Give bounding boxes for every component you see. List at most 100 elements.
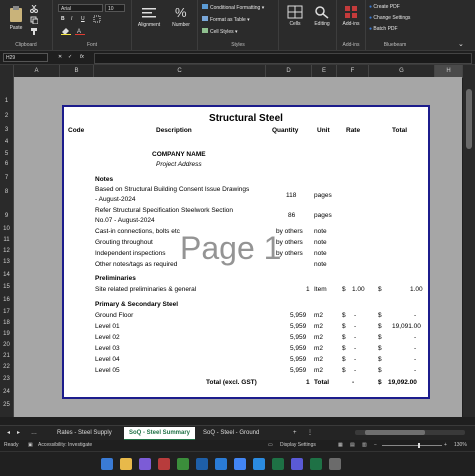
accessibility-status[interactable]: Accessibility: Investigate bbox=[38, 440, 92, 451]
row-header[interactable]: 12 bbox=[0, 248, 13, 254]
create-pdf-button[interactable]: ● Create PDF bbox=[369, 4, 400, 10]
app-icon[interactable] bbox=[139, 458, 151, 470]
batch-pdf-button[interactable]: ● Batch PDF bbox=[369, 26, 398, 32]
copy-icon[interactable] bbox=[30, 16, 38, 24]
row-header[interactable]: 9 bbox=[0, 213, 13, 219]
alignment-button[interactable]: Alignment bbox=[132, 6, 166, 28]
brave-icon[interactable] bbox=[158, 458, 170, 470]
tab-soq-steel-summary[interactable]: SoQ - Steel Summary bbox=[124, 427, 196, 441]
row-header[interactable]: 3 bbox=[0, 127, 13, 133]
tabs-next-icon[interactable]: ▸ bbox=[12, 427, 25, 439]
row-header[interactable]: 10 bbox=[0, 226, 13, 232]
row-header[interactable]: 16 bbox=[0, 297, 13, 303]
number-button[interactable]: % Number bbox=[166, 4, 196, 28]
chrome-icon[interactable] bbox=[234, 458, 246, 470]
column-header[interactable]: A bbox=[14, 65, 60, 77]
row-header[interactable]: 22 bbox=[0, 364, 13, 370]
app-icon[interactable] bbox=[329, 458, 341, 470]
column-header[interactable]: C bbox=[94, 65, 266, 77]
zoom-level[interactable]: 130% bbox=[454, 440, 467, 451]
font-name-select[interactable]: Arial bbox=[58, 4, 103, 12]
excel-icon[interactable] bbox=[310, 458, 322, 470]
editing-button[interactable]: Editing bbox=[309, 5, 335, 27]
row-header[interactable]: 19 bbox=[0, 331, 13, 337]
formula-input[interactable] bbox=[94, 53, 472, 64]
status-ready: Ready bbox=[4, 442, 19, 448]
row-header[interactable]: 17 bbox=[0, 309, 13, 315]
format-as-table-button[interactable]: Format as Table ▾ bbox=[202, 16, 250, 23]
fill-color-icon[interactable] bbox=[61, 27, 71, 35]
ribbon-collapse-icon[interactable]: ⌄ bbox=[458, 40, 464, 48]
enter-icon[interactable]: ✓ bbox=[68, 54, 72, 60]
column-header[interactable]: H bbox=[435, 65, 463, 77]
row-header[interactable]: 18 bbox=[0, 320, 13, 326]
edge-icon[interactable] bbox=[215, 458, 227, 470]
row-header[interactable]: 15 bbox=[0, 284, 13, 290]
horizontal-scrollbar[interactable] bbox=[355, 430, 465, 435]
vertical-scrollbar[interactable] bbox=[463, 77, 475, 417]
row-header[interactable]: 1 bbox=[0, 98, 13, 104]
zoom-slider[interactable] bbox=[382, 443, 442, 448]
app-icon[interactable] bbox=[253, 458, 265, 470]
zoom-slider-thumb[interactable] bbox=[418, 443, 420, 448]
tab-rates-steel-supply[interactable]: Rates - Steel Supply bbox=[52, 427, 117, 439]
file-explorer-icon[interactable] bbox=[120, 458, 132, 470]
page-break-icon[interactable]: ▥ bbox=[362, 440, 367, 451]
app-icon[interactable] bbox=[177, 458, 189, 470]
display-settings[interactable]: Display Settings bbox=[280, 440, 316, 451]
column-header[interactable]: B bbox=[60, 65, 94, 77]
row-header[interactable]: 13 bbox=[0, 259, 13, 265]
tabs-more-icon[interactable]: … bbox=[26, 427, 42, 439]
column-header[interactable]: G bbox=[369, 65, 435, 77]
row-header[interactable]: 2 bbox=[0, 113, 13, 119]
row-header[interactable]: 11 bbox=[0, 237, 13, 243]
row-header[interactable]: 5 bbox=[0, 151, 13, 157]
borders-icon[interactable] bbox=[93, 15, 101, 23]
excel-icon[interactable] bbox=[272, 458, 284, 470]
conditional-formatting-button[interactable]: Conditional Formatting ▾ bbox=[202, 4, 264, 11]
bold-button[interactable]: B bbox=[61, 16, 65, 22]
italic-button[interactable]: I bbox=[71, 16, 72, 22]
macro-record-icon[interactable]: ▣ bbox=[28, 440, 33, 451]
row-header[interactable]: 8 bbox=[0, 189, 13, 195]
start-icon[interactable] bbox=[101, 458, 113, 470]
addins-button[interactable]: Add-ins bbox=[339, 5, 363, 27]
change-settings-button[interactable]: ● Change Settings bbox=[369, 15, 410, 21]
zoom-in-icon[interactable]: + bbox=[444, 440, 447, 451]
column-header[interactable]: D bbox=[266, 65, 312, 77]
font-color-icon[interactable]: A bbox=[75, 27, 85, 35]
row-header[interactable]: 25 bbox=[0, 402, 13, 408]
app-icon[interactable] bbox=[291, 458, 303, 470]
cell-styles-button[interactable]: Cell Styles ▾ bbox=[202, 28, 238, 35]
format-painter-icon[interactable] bbox=[30, 27, 38, 35]
display-settings-icon[interactable]: ▭ bbox=[268, 440, 273, 451]
underline-button[interactable]: U bbox=[81, 16, 85, 22]
paste-button[interactable]: Paste bbox=[6, 5, 26, 31]
name-box[interactable]: H29 bbox=[3, 53, 48, 62]
row-header[interactable]: 7 bbox=[0, 175, 13, 181]
scrollbar-thumb[interactable] bbox=[466, 89, 472, 149]
page-layout-icon[interactable]: ▤ bbox=[350, 440, 355, 451]
bluebeam-icon[interactable] bbox=[196, 458, 208, 470]
row-header[interactable]: 4 bbox=[0, 139, 13, 145]
row-header[interactable]: 21 bbox=[0, 353, 13, 359]
normal-view-icon[interactable]: ▦ bbox=[338, 440, 343, 451]
row-header[interactable]: 24 bbox=[0, 389, 13, 395]
select-all-corner[interactable] bbox=[0, 65, 14, 77]
tabs-overflow-icon[interactable]: ⋮ bbox=[302, 427, 318, 439]
zoom-out-icon[interactable]: − bbox=[374, 440, 377, 451]
tab-soq-steel-ground[interactable]: SoQ - Steel - Ground bbox=[198, 427, 264, 439]
row-header[interactable]: 20 bbox=[0, 342, 13, 348]
font-size-select[interactable]: 10 bbox=[105, 4, 125, 12]
row-header[interactable]: 6 bbox=[0, 161, 13, 167]
column-header[interactable]: F bbox=[337, 65, 369, 77]
row-header[interactable]: 23 bbox=[0, 376, 13, 382]
row-header[interactable]: 14 bbox=[0, 272, 13, 278]
insert-function-button[interactable]: fx bbox=[80, 54, 84, 60]
column-header[interactable]: E bbox=[312, 65, 337, 77]
horizontal-scrollbar-thumb[interactable] bbox=[365, 430, 425, 435]
cancel-icon[interactable]: ✕ bbox=[58, 54, 62, 60]
add-sheet-icon[interactable]: + bbox=[288, 427, 302, 439]
cells-button[interactable]: Cells bbox=[282, 5, 308, 27]
cut-icon[interactable] bbox=[30, 5, 38, 13]
